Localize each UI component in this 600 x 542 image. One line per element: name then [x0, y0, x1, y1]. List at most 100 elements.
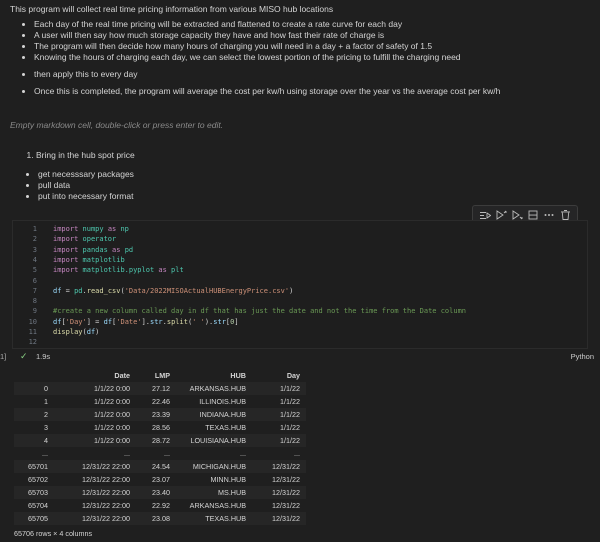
code-line: 12	[13, 337, 53, 347]
table-cell: 23.07	[152, 475, 170, 484]
code-token: import	[53, 245, 79, 254]
table-cell: 1/1/22	[280, 423, 300, 432]
table-cell: ...	[164, 449, 170, 458]
table-cell: 12/31/22 22:00	[82, 475, 130, 484]
table-row: 3 1/1/22 0:00 28.56 TEXAS.HUB 1/1/22	[14, 421, 306, 434]
code-token: )	[289, 286, 294, 295]
code-token: 'Data/2022MISOActualHUBEnergyPrice.csv'	[124, 286, 290, 295]
table-cell: ARKANSAS.HUB	[189, 384, 246, 393]
row-index: 65701	[28, 462, 48, 471]
code-token: str	[213, 317, 226, 326]
line-number: 12	[28, 338, 37, 347]
code-comment: #create a new column called day in df th…	[53, 307, 467, 316]
intro-text: This program will collect real time pric…	[10, 4, 334, 14]
code-line: 5 import matplotlib.pyplot as plt	[13, 265, 184, 275]
list-item: Each day of the real time pricing will b…	[34, 19, 590, 30]
column-header	[14, 368, 54, 382]
line-number: 7	[32, 286, 37, 295]
intro-bullet-list-3: Once this is completed, the program will…	[10, 86, 590, 97]
row-index: 2	[44, 410, 48, 419]
table-cell: 1/1/22	[280, 410, 300, 419]
table-cell: LOUISIANA.HUB	[190, 436, 246, 445]
table-row: 65705 12/31/22 22:00 23.08 TEXAS.HUB 12/31/2…	[14, 512, 306, 525]
code-token: as	[107, 225, 117, 233]
row-index: 65704	[28, 501, 48, 510]
table-cell: ...	[124, 449, 130, 458]
table-cell: 28.56	[152, 423, 170, 432]
line-number: 8	[32, 297, 37, 306]
empty-markdown-cell[interactable]: Empty markdown cell, double-click or pre…	[10, 120, 223, 130]
row-index: ...	[42, 449, 48, 458]
list-item: Bring in the hub spot price	[36, 150, 135, 161]
table-row-ellipsis: ...............	[14, 447, 306, 460]
code-token: np	[120, 225, 129, 233]
row-index: 65703	[28, 488, 48, 497]
code-line: 3 import pandas as pd	[13, 245, 133, 255]
markdown-cell-intro[interactable]: This program will collect real time pric…	[10, 4, 590, 97]
code-token: operator	[82, 235, 117, 244]
code-token: df	[86, 328, 96, 336]
execution-count: 1]	[0, 352, 7, 361]
table-cell: 12/31/22 22:00	[82, 514, 130, 523]
code-token: pandas	[82, 245, 108, 254]
code-cell-editor[interactable]: 1 import numpy as np 2 import operator 3 im…	[12, 220, 588, 349]
table-cell: 12/31/22	[272, 462, 300, 471]
column-header: LMP	[154, 370, 170, 380]
line-number: 3	[32, 245, 37, 254]
code-token: df	[103, 317, 113, 326]
cell-status-bar: 1] ✓ 1.9s Python	[0, 350, 600, 364]
bullet-list: get necesssary packages pull data put in…	[24, 169, 135, 202]
table-header-row: Date LMP HUB Day	[14, 368, 306, 382]
code-token: matplotlib.pyplot	[82, 266, 155, 275]
language-label[interactable]: Python	[571, 352, 594, 361]
table-cell: MINN.HUB	[210, 475, 246, 484]
code-line: 11 display(df)	[13, 327, 100, 337]
column-header: HUB	[230, 370, 246, 380]
table-cell: 12/31/22	[272, 475, 300, 484]
success-check-icon: ✓	[20, 351, 28, 361]
code-token: plt	[171, 266, 184, 275]
markdown-cell-hub-price[interactable]: Bring in the hub spot price get necesssa…	[24, 150, 135, 202]
table-row: 65704 12/31/22 22:00 22.92 ARKANSAS.HUB 12/3…	[14, 499, 306, 512]
table-cell: 1/1/22	[280, 436, 300, 445]
dataframe-shape-footer: 65706 rows × 4 columns	[14, 529, 93, 538]
table-row: 4 1/1/22 0:00 28.72 LOUISIANA.HUB 1/1/22	[14, 434, 306, 447]
table-row: 65701 12/31/22 22:00 24.54 MICHIGAN.HUB 12/3…	[14, 460, 306, 473]
code-token: ]	[234, 317, 239, 326]
table-cell: 12/31/22	[272, 514, 300, 523]
table-row: 0 1/1/22 0:00 27.12 ARKANSAS.HUB 1/1/22	[14, 382, 306, 395]
code-token: as	[112, 245, 121, 254]
intro-bullet-list: Each day of the real time pricing will b…	[10, 19, 590, 63]
code-line: 1 import numpy as np	[13, 224, 129, 234]
code-token: display	[53, 328, 83, 336]
code-token: matplotlib	[82, 255, 125, 264]
list-item: Once this is completed, the program will…	[34, 86, 590, 97]
table-cell: TEXAS.HUB	[205, 423, 246, 432]
code-token: numpy	[82, 225, 104, 233]
code-token: import	[53, 266, 79, 275]
line-number: 4	[32, 255, 37, 264]
table-cell: ILLINOIS.HUB	[199, 397, 246, 406]
column-header: Date	[114, 370, 130, 380]
table-cell: 1/1/22 0:00	[94, 423, 130, 432]
code-token: ] =	[86, 317, 100, 326]
table-cell: 12/31/22	[272, 488, 300, 497]
line-number: 11	[28, 328, 37, 336]
row-index: 1	[44, 397, 48, 406]
line-number: 2	[32, 235, 37, 244]
table-cell: 12/31/22 22:00	[82, 501, 130, 510]
code-token: =	[65, 286, 70, 295]
table-cell: 1/1/22 0:00	[94, 384, 130, 393]
code-token: 'Date'	[116, 317, 142, 326]
line-number: 1	[32, 225, 37, 233]
code-line: 7 df = pd.read_csv('Data/2022MISOActualHU…	[13, 286, 294, 296]
code-token: df	[53, 286, 62, 295]
code-token: split	[166, 317, 188, 326]
table-cell: 22.46	[152, 397, 170, 406]
code-line: 4 import matplotlib	[13, 255, 125, 265]
code-line: 10 df['Day'] = df['Date'].str.split(' ').…	[13, 317, 239, 327]
column-header: Day	[286, 370, 300, 380]
numbered-list: Bring in the hub spot price	[24, 150, 135, 161]
table-cell: 22.92	[152, 501, 170, 510]
table-cell: TEXAS.HUB	[205, 514, 246, 523]
